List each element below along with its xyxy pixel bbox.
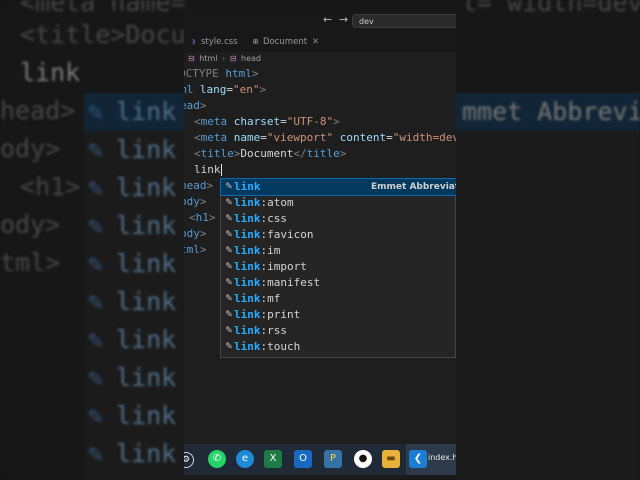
breadcrumb: ⊟ html › ⊟ head <box>184 52 456 66</box>
tab-style-css[interactable]: ɜ style.css <box>189 32 238 52</box>
bg-detail: mmet Abbreviat <box>462 97 640 126</box>
code-line: <title>Document</title> <box>194 147 347 160</box>
bg-item: link <box>116 363 177 392</box>
bg-wrench-icon: ✎ <box>88 135 104 164</box>
bg-line: <title>Docu <box>20 20 186 49</box>
code-line: <meta charset="UTF-8"> <box>194 115 340 128</box>
settings-icon[interactable]: ⚙ <box>184 452 194 468</box>
bg-wrench-icon: ✎ <box>88 97 104 126</box>
vscode-icon: ❮ <box>409 450 427 468</box>
whatsapp-icon[interactable]: ✆ <box>208 450 226 468</box>
bg-wrench-icon: ✎ <box>88 439 104 468</box>
outlook-icon[interactable]: O <box>294 450 312 468</box>
excel-icon[interactable]: X <box>264 450 282 468</box>
vscode-window: ← → dev ɜ style.css ⊕ Document ✕ ⊟ html › ⊟… <box>184 10 456 475</box>
html-tag-icon: ⊟ <box>229 54 237 63</box>
back-arrow-icon[interactable]: ← <box>323 13 332 26</box>
code-line: OCTYPE html> <box>184 67 259 80</box>
code-line: ml lang="en"> <box>184 83 267 96</box>
bg-item: link <box>116 325 177 354</box>
close-icon[interactable]: ✕ <box>312 37 319 47</box>
bg-line: link <box>20 58 81 87</box>
bg-item: link <box>116 401 177 430</box>
suggestion-detail: Emmet Abbreviat <box>371 182 456 192</box>
bg-item: link <box>116 287 177 316</box>
bg-item: link <box>116 135 177 164</box>
code-line: <h1> <box>189 211 216 224</box>
bg-line: tml> <box>0 248 61 277</box>
suggestion-item[interactable]: ✎ link:print <box>221 307 456 323</box>
code-line-typed: link <box>194 163 222 176</box>
tab-document[interactable]: ⊕ Document ✕ <box>251 32 319 52</box>
breadcrumb-item[interactable]: head <box>241 52 261 66</box>
tab-label: style.css <box>201 37 238 47</box>
title-bar: ← → dev <box>184 10 456 32</box>
suggestion-item[interactable]: ✎ link:manifest <box>221 275 456 291</box>
suggestion-item[interactable]: ✎ link:touch <box>221 339 456 355</box>
bg-wrench-icon: ✎ <box>88 325 104 354</box>
bg-wrench-icon: ✎ <box>88 173 104 202</box>
suggestion-item[interactable]: ✎ link:atom <box>221 195 456 211</box>
forward-arrow-icon[interactable]: → <box>339 13 348 26</box>
tab-label: Document <box>263 37 308 47</box>
html-tag-icon: ⊟ <box>188 54 195 63</box>
suggestion-item[interactable]: ✎ link Emmet Abbreviat <box>220 178 456 196</box>
bg-line: t= width=dev <box>462 0 640 17</box>
bg-line: ody> <box>0 134 61 163</box>
preview-icon: ⊕ <box>252 37 259 46</box>
bg-item: link <box>116 97 177 126</box>
code-line: tml> <box>184 243 207 256</box>
code-line: ody> <box>184 195 207 208</box>
bg-line: head> <box>0 96 76 125</box>
chevron-right-icon: › <box>222 54 226 63</box>
file-explorer-icon[interactable]: ▬ <box>382 450 400 468</box>
bg-wrench-icon: ✎ <box>88 287 104 316</box>
code-line: head> <box>184 179 214 192</box>
bg-line: <meta name= <box>20 0 186 17</box>
bg-wrench-icon: ✎ <box>88 249 104 278</box>
github-icon[interactable]: ● <box>354 450 372 468</box>
code-line: ead> <box>184 99 207 112</box>
code-editor[interactable]: OCTYPE html> ml lang="en"> ead> <meta ch… <box>184 66 456 444</box>
css-file-icon: ɜ <box>191 37 196 46</box>
suggest-widget: ✎ link Emmet Abbreviat ✎ link:atom ✎ lin… <box>220 178 456 358</box>
suggestion-item[interactable]: ✎ link:import <box>221 259 456 275</box>
text-cursor <box>220 164 222 176</box>
suggestion-item[interactable]: ✎ link:mf <box>221 291 456 307</box>
breadcrumb-item[interactable]: html <box>199 52 217 66</box>
bg-line: ody> <box>0 210 61 239</box>
code-line: <meta name="viewport" content="width=dev <box>194 131 456 144</box>
bg-line: <h1> <box>20 172 81 201</box>
taskbar-active-app[interactable]: ❮ index.ht <box>406 444 456 475</box>
bg-wrench-icon: ✎ <box>88 401 104 430</box>
bg-item: link <box>116 211 177 240</box>
active-app-label: index.ht <box>428 453 456 462</box>
bg-wrench-icon: ✎ <box>88 363 104 392</box>
bg-item: link <box>116 173 177 202</box>
suggestion-item[interactable]: ✎ link:favicon <box>221 227 456 243</box>
code-line: ody> <box>184 227 207 240</box>
suggestion-item[interactable]: ✎ link:css <box>221 211 456 227</box>
bg-item: link <box>116 249 177 278</box>
command-center-search[interactable]: dev <box>352 14 456 28</box>
bg-item: link <box>116 439 177 468</box>
taskbar: ⚙ ✆ e X O P ● ▬ ❮ index.ht <box>184 444 456 475</box>
bg-wrench-icon: ✎ <box>88 211 104 240</box>
suggestion-item[interactable]: ✎ link:im <box>221 243 456 259</box>
suggestion-item[interactable]: ✎ link:rss <box>221 323 456 339</box>
edge-icon[interactable]: e <box>236 450 254 468</box>
python-icon[interactable]: P <box>324 450 342 468</box>
tab-bar: ɜ style.css ⊕ Document ✕ <box>184 32 456 52</box>
